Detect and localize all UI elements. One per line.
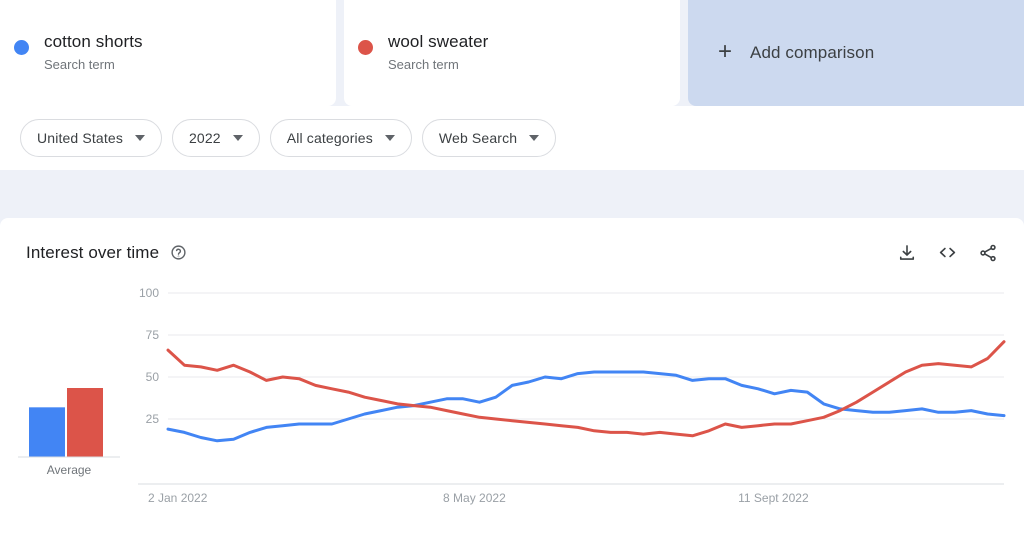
average-bar-chart	[0, 280, 138, 470]
plus-icon: +	[718, 40, 732, 64]
comparison-cards-row: cotton shorts Search term wool sweater S…	[0, 0, 1024, 106]
average-panel: Average	[0, 280, 138, 550]
chevron-down-icon	[529, 135, 539, 141]
chart-plot-area: Average 25 50 75 100 2 Jan 2022 8 May 2022 11 …	[0, 280, 1024, 550]
filter-chip-time-range-label: 2022	[189, 130, 221, 146]
term-title: wool sweater	[388, 31, 488, 53]
circle-icon	[14, 40, 29, 55]
filter-chip-category[interactable]: All categories	[270, 119, 412, 157]
help-circle-icon[interactable]	[170, 244, 187, 261]
section-gap	[0, 170, 1024, 218]
add-comparison-label: Add comparison	[750, 43, 874, 63]
filter-chip-category-label: All categories	[287, 130, 373, 146]
filter-chip-location-label: United States	[37, 130, 123, 146]
chevron-down-icon	[385, 135, 395, 141]
interest-over-time-line-chart[interactable]: 25 50 75 100 2 Jan 2022 8 May 2022 11 Sept 202…	[138, 280, 1024, 550]
y-axis-tick-label: 25	[146, 412, 160, 426]
chevron-down-icon	[135, 135, 145, 141]
page-title: Interest over time	[26, 243, 159, 263]
embed-icon[interactable]	[937, 242, 958, 263]
x-axis-tick-label: 2 Jan 2022	[148, 491, 208, 505]
average-bar-cotton-shorts	[29, 407, 65, 457]
term-subtitle: Search term	[388, 55, 488, 75]
filter-chip-time-range[interactable]: 2022	[172, 119, 260, 157]
chart-actions	[897, 242, 998, 263]
circle-icon	[358, 40, 373, 55]
x-axis-tick-label: 8 May 2022	[443, 491, 506, 505]
average-bar-wool-sweater	[67, 388, 103, 457]
download-icon[interactable]	[897, 243, 917, 263]
add-comparison-button[interactable]: + Add comparison	[688, 0, 1024, 106]
chart-title-wrap: Interest over time	[26, 243, 187, 263]
x-axis-tick-label: 11 Sept 2022	[738, 491, 809, 505]
chevron-down-icon	[233, 135, 243, 141]
interest-over-time-card: Interest over time	[0, 218, 1024, 550]
term-card-cotton-shorts[interactable]: cotton shorts Search term	[0, 0, 336, 106]
filter-chip-search-type-label: Web Search	[439, 130, 517, 146]
share-icon[interactable]	[978, 243, 998, 263]
term-card-wool-sweater[interactable]: wool sweater Search term	[344, 0, 680, 106]
average-label: Average	[0, 463, 138, 477]
filter-chip-location[interactable]: United States	[20, 119, 162, 157]
series-line-wool-sweater	[168, 342, 1004, 436]
y-axis-tick-label: 100	[139, 286, 159, 300]
filter-chip-search-type[interactable]: Web Search	[422, 119, 556, 157]
y-axis-tick-label: 50	[146, 370, 160, 384]
y-axis-tick-label: 75	[146, 328, 160, 342]
term-title: cotton shorts	[44, 31, 143, 53]
filter-bar: United States 2022 All categories Web Se…	[0, 106, 1024, 170]
term-subtitle: Search term	[44, 55, 143, 75]
chart-header: Interest over time	[0, 218, 1024, 263]
